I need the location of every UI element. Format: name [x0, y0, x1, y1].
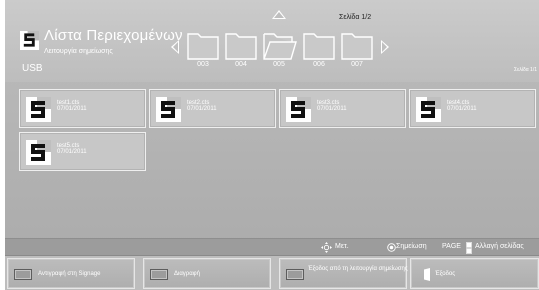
content-list-screen: Σελίδα 1/2 Λίστα Περιεχομένων Λειτουργία… [5, 0, 539, 290]
copy-to-signage-label: Αντιγραφή στη Signage [38, 271, 101, 277]
open-folder-icon [263, 33, 297, 60]
file-item[interactable]: test1.cts 07/01/2011 [19, 89, 146, 128]
copy-to-signage-button[interactable]: Αντιγραφή στη Signage [7, 258, 135, 289]
move-hint-label: Μετ. [335, 243, 349, 250]
folder-item-open[interactable]: 005 [263, 30, 297, 70]
file-date: 07/01/2011 [57, 106, 87, 112]
file-item[interactable]: test5.cts 07/01/2011 [19, 132, 146, 171]
exit-label: Έξοδος [435, 271, 456, 277]
folder-label: 007 [351, 61, 363, 68]
signage-file-icon [26, 140, 51, 165]
color-key-icon [14, 269, 32, 280]
folder-icon [187, 33, 219, 60]
folder-item[interactable]: 007 [341, 30, 373, 70]
folder-item[interactable]: 006 [303, 30, 335, 70]
device-label: USB [22, 63, 43, 74]
folder-item[interactable]: 003 [187, 30, 219, 70]
mark-hint-label: Σημείωση [396, 243, 427, 250]
page-title: Λίστα Περιεχομένων [44, 27, 183, 44]
folder-label: 004 [235, 61, 247, 68]
mode-subtitle: Λειτουργία σημείωσης [44, 48, 113, 55]
key-guide-bar: Μετ. Σημείωση PAGE Αλλαγή σελίδας [5, 238, 539, 256]
signage-file-icon [286, 97, 311, 122]
folder-icon [303, 33, 335, 60]
directional-pad-icon [321, 242, 332, 253]
color-key-icon [150, 269, 168, 280]
delete-button[interactable]: Διαγραφή [143, 258, 271, 289]
exit-button[interactable]: Έξοδος [410, 258, 539, 289]
folder-strip: 003 004 005 006 007 [187, 30, 377, 70]
folder-icon [341, 33, 373, 60]
page-change-hint-label: Αλλαγή σελίδας [475, 243, 524, 250]
folder-next-arrow-icon[interactable] [381, 40, 389, 54]
page-rocker-icon [466, 242, 472, 254]
exit-mark-mode-button[interactable]: Έξοδος από τη λειτουργία σημείωσης [279, 258, 408, 289]
folder-item[interactable]: 004 [225, 30, 257, 70]
file-item[interactable]: test2.cts 07/01/2011 [149, 89, 276, 128]
delete-label: Διαγραφή [174, 271, 200, 277]
folder-icon [225, 33, 257, 60]
file-date: 07/01/2011 [447, 106, 477, 112]
page-indicator-top: Σελίδα 1/2 [339, 14, 372, 21]
page-indicator-right: Σελίδα 1/1 [514, 67, 537, 73]
file-item[interactable]: test3.cts 07/01/2011 [279, 89, 406, 128]
folder-prev-arrow-icon[interactable] [171, 40, 179, 54]
signage-file-icon [26, 97, 51, 122]
signage-logo-icon [20, 31, 39, 50]
signage-file-icon [156, 97, 181, 122]
file-date: 07/01/2011 [57, 149, 87, 155]
signage-file-icon [416, 97, 441, 122]
file-date: 07/01/2011 [187, 106, 217, 112]
page-key-label: PAGE [442, 243, 461, 250]
file-grid: test1.cts 07/01/2011 test2.cts 07/01/201… [5, 82, 539, 238]
file-date: 07/01/2011 [317, 106, 347, 112]
bottom-button-bar: Αντιγραφή στη Signage Διαγραφή Έξοδος απ… [5, 256, 539, 290]
radio-mark-icon [387, 243, 396, 252]
folder-label: 006 [313, 61, 325, 68]
folder-label: 003 [197, 61, 209, 68]
scroll-up-arrow-icon[interactable] [272, 10, 286, 19]
color-key-icon [286, 269, 304, 280]
file-item[interactable]: test4.cts 07/01/2011 [409, 89, 536, 128]
folder-label: 005 [273, 61, 285, 68]
exit-mark-mode-label: Έξοδος από τη λειτουργία σημείωσης [308, 266, 408, 272]
header: Σελίδα 1/2 Λίστα Περιεχομένων Λειτουργία… [5, 0, 539, 82]
exit-door-icon [424, 268, 430, 281]
